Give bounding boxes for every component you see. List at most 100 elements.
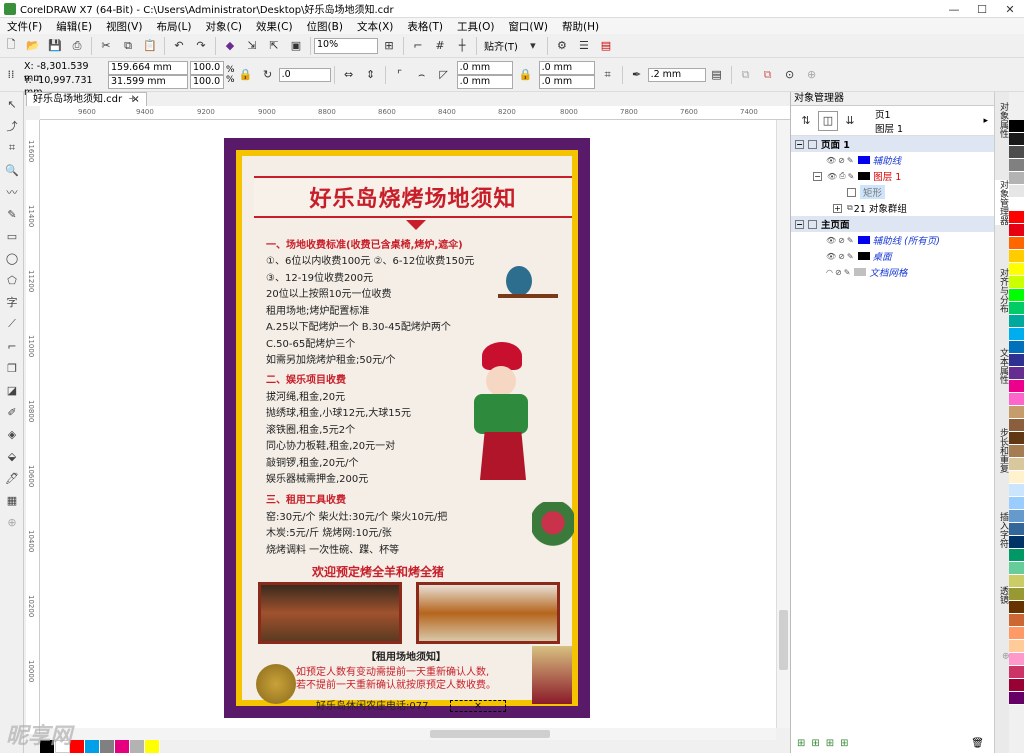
outline-width-select[interactable]: .2 mm <box>647 67 706 82</box>
mesh-fill-icon[interactable]: ▦ <box>2 490 22 510</box>
palette-swatch[interactable] <box>1009 315 1024 328</box>
tab-step-repeat[interactable]: 步长和重复 <box>995 428 1010 473</box>
search-content-icon[interactable]: ◆ <box>220 36 240 56</box>
zoom-level-select[interactable]: 10% <box>314 37 378 54</box>
palette-swatch[interactable] <box>1009 159 1024 172</box>
scrollbar-thumb[interactable] <box>779 610 788 670</box>
menu-layout[interactable]: 布局(L) <box>149 19 198 34</box>
palette-swatch[interactable] <box>1009 497 1024 510</box>
visibility-icon[interactable]: ◠ <box>826 268 833 277</box>
wrap-text-icon[interactable]: ▤ <box>707 65 727 85</box>
horizontal-scrollbar[interactable] <box>40 728 776 740</box>
palette-swatch[interactable] <box>1009 328 1024 341</box>
palette-swatch[interactable] <box>1009 406 1024 419</box>
print-toggle-icon[interactable]: ⊘ <box>838 156 845 165</box>
polygon-tool-icon[interactable]: ⬠ <box>2 270 22 290</box>
app-launcher-icon[interactable]: ☰ <box>574 36 594 56</box>
smart-fill-icon[interactable]: ⬙ <box>2 446 22 466</box>
palette-swatch[interactable] <box>1009 445 1024 458</box>
corner-radius-br[interactable]: .0 mm <box>538 74 595 89</box>
chamfer-corner-icon[interactable]: ◸ <box>434 65 454 85</box>
menu-effects[interactable]: 效果(C) <box>249 19 300 34</box>
publish-pdf-icon[interactable]: ▣ <box>286 36 306 56</box>
tab-object-manager[interactable]: 对象管理器 <box>995 180 1010 225</box>
collapse-icon[interactable]: − <box>795 219 804 229</box>
scale-x-field[interactable]: 100.0 <box>190 60 224 75</box>
tree-rectangle[interactable]: 矩形 <box>791 184 994 200</box>
palette-swatch[interactable] <box>1009 627 1024 640</box>
palette-swatch[interactable] <box>1009 185 1024 198</box>
edit-pencil-icon[interactable]: ✎ <box>848 172 855 181</box>
vertical-ruler[interactable]: 11600 11400 11200 11000 10800 10600 1040… <box>26 120 40 734</box>
corner-radius-tl[interactable]: .0 mm <box>456 60 513 75</box>
palette-swatch[interactable] <box>1009 198 1024 211</box>
tree-layer-1[interactable]: − 👁 ⎙ ✎ 图层 1 <box>791 168 994 184</box>
palette-swatch[interactable] <box>1009 341 1024 354</box>
selected-rectangle[interactable]: × <box>450 700 506 712</box>
tree-group[interactable]: + ⧉ 21 对象群组 <box>791 200 994 216</box>
palette-swatch[interactable] <box>1009 211 1024 224</box>
crop-tool-icon[interactable]: ⌗ <box>2 138 22 158</box>
new-master-odd-icon[interactable]: ⊞ <box>826 738 834 749</box>
menu-bitmaps[interactable]: 位图(B) <box>300 19 350 34</box>
drop-shadow-icon[interactable]: ❐ <box>2 358 22 378</box>
edit-pencil-icon[interactable]: ✎ <box>847 156 854 165</box>
palette-swatch[interactable] <box>1009 523 1024 536</box>
add-tool-icon[interactable]: ⊕ <box>2 512 22 532</box>
tree-master-page[interactable]: − 主页面 <box>791 216 994 232</box>
tree-page-1[interactable]: − 页面 1 <box>791 136 994 152</box>
x-position-field[interactable]: X: -8,301.539 mm <box>22 61 104 84</box>
palette-swatch[interactable] <box>1009 250 1024 263</box>
new-master-even-icon[interactable]: ⊞ <box>840 738 848 749</box>
show-rulers-icon[interactable]: ⌐ <box>408 36 428 56</box>
print-toggle-icon[interactable]: ⊘ <box>838 236 845 245</box>
layer-manager-icon[interactable]: ◫ <box>818 110 838 131</box>
palette-swatch[interactable] <box>1009 224 1024 237</box>
menu-help[interactable]: 帮助(H) <box>555 19 606 34</box>
swatch[interactable] <box>100 740 115 753</box>
cut-icon[interactable]: ✂ <box>96 36 116 56</box>
tree-master-guides[interactable]: 👁 ⊘ ✎ 辅助线 (所有页) <box>791 232 994 248</box>
outline-pen-tool-icon[interactable]: 🖊 <box>2 468 22 488</box>
copy-icon[interactable]: ⧉ <box>118 36 138 56</box>
palette-swatch[interactable] <box>1009 692 1024 705</box>
scallop-corner-icon[interactable]: ⌢ <box>412 65 432 85</box>
swatch[interactable] <box>70 740 85 753</box>
interactive-fill-icon[interactable]: ◈ <box>2 424 22 444</box>
import-icon[interactable]: ⇲ <box>242 36 262 56</box>
maximize-button[interactable]: ☐ <box>968 0 996 18</box>
scrollbar-thumb[interactable] <box>430 730 550 738</box>
print-toggle-icon[interactable]: ⊘ <box>838 252 845 261</box>
palette-swatch[interactable] <box>1009 484 1024 497</box>
open-icon[interactable]: 📂 <box>23 36 43 56</box>
to-front-icon[interactable]: ⧉ <box>736 65 756 85</box>
y-position-field[interactable]: Y: -10,997.731 mm <box>22 75 104 98</box>
palette-swatch[interactable] <box>1009 588 1024 601</box>
palette-swatch[interactable] <box>1009 419 1024 432</box>
tree-guides[interactable]: 👁 ⊘ ✎ 辅助线 <box>791 152 994 168</box>
transparency-icon[interactable]: ◪ <box>2 380 22 400</box>
visibility-icon[interactable]: 👁 <box>826 156 836 165</box>
menu-view[interactable]: 视图(V) <box>99 19 149 34</box>
scale-y-field[interactable]: 100.0 <box>190 74 224 89</box>
zoom-tool-icon[interactable]: 🔍 <box>2 160 22 180</box>
layer-props-icon[interactable]: ⇅ <box>796 111 816 131</box>
new-tab-icon[interactable]: + <box>128 92 137 105</box>
full-screen-icon[interactable]: ⊞ <box>379 36 399 56</box>
mirror-vertical-icon[interactable]: ⇕ <box>361 65 381 85</box>
connector-tool-icon[interactable]: ⌐ <box>2 336 22 356</box>
visibility-icon[interactable]: 👁 <box>827 172 837 181</box>
text-tool-icon[interactable]: 字 <box>2 292 22 312</box>
to-back-icon[interactable]: ⧉ <box>758 65 778 85</box>
expand-icon[interactable]: + <box>833 203 842 213</box>
outline-pen-icon[interactable]: ✒ <box>627 65 647 85</box>
save-icon[interactable]: 💾 <box>45 36 65 56</box>
tab-object-properties[interactable]: 对象属性 <box>995 102 1010 138</box>
palette-swatch[interactable] <box>1009 601 1024 614</box>
print-icon[interactable]: ⎙ <box>67 36 87 56</box>
menu-edit[interactable]: 编辑(E) <box>49 19 99 34</box>
edit-pencil-icon[interactable]: ✎ <box>847 252 854 261</box>
convert-to-curves-icon[interactable]: ⊙ <box>780 65 800 85</box>
show-grid-icon[interactable]: # <box>430 36 450 56</box>
swatch[interactable] <box>145 740 160 753</box>
